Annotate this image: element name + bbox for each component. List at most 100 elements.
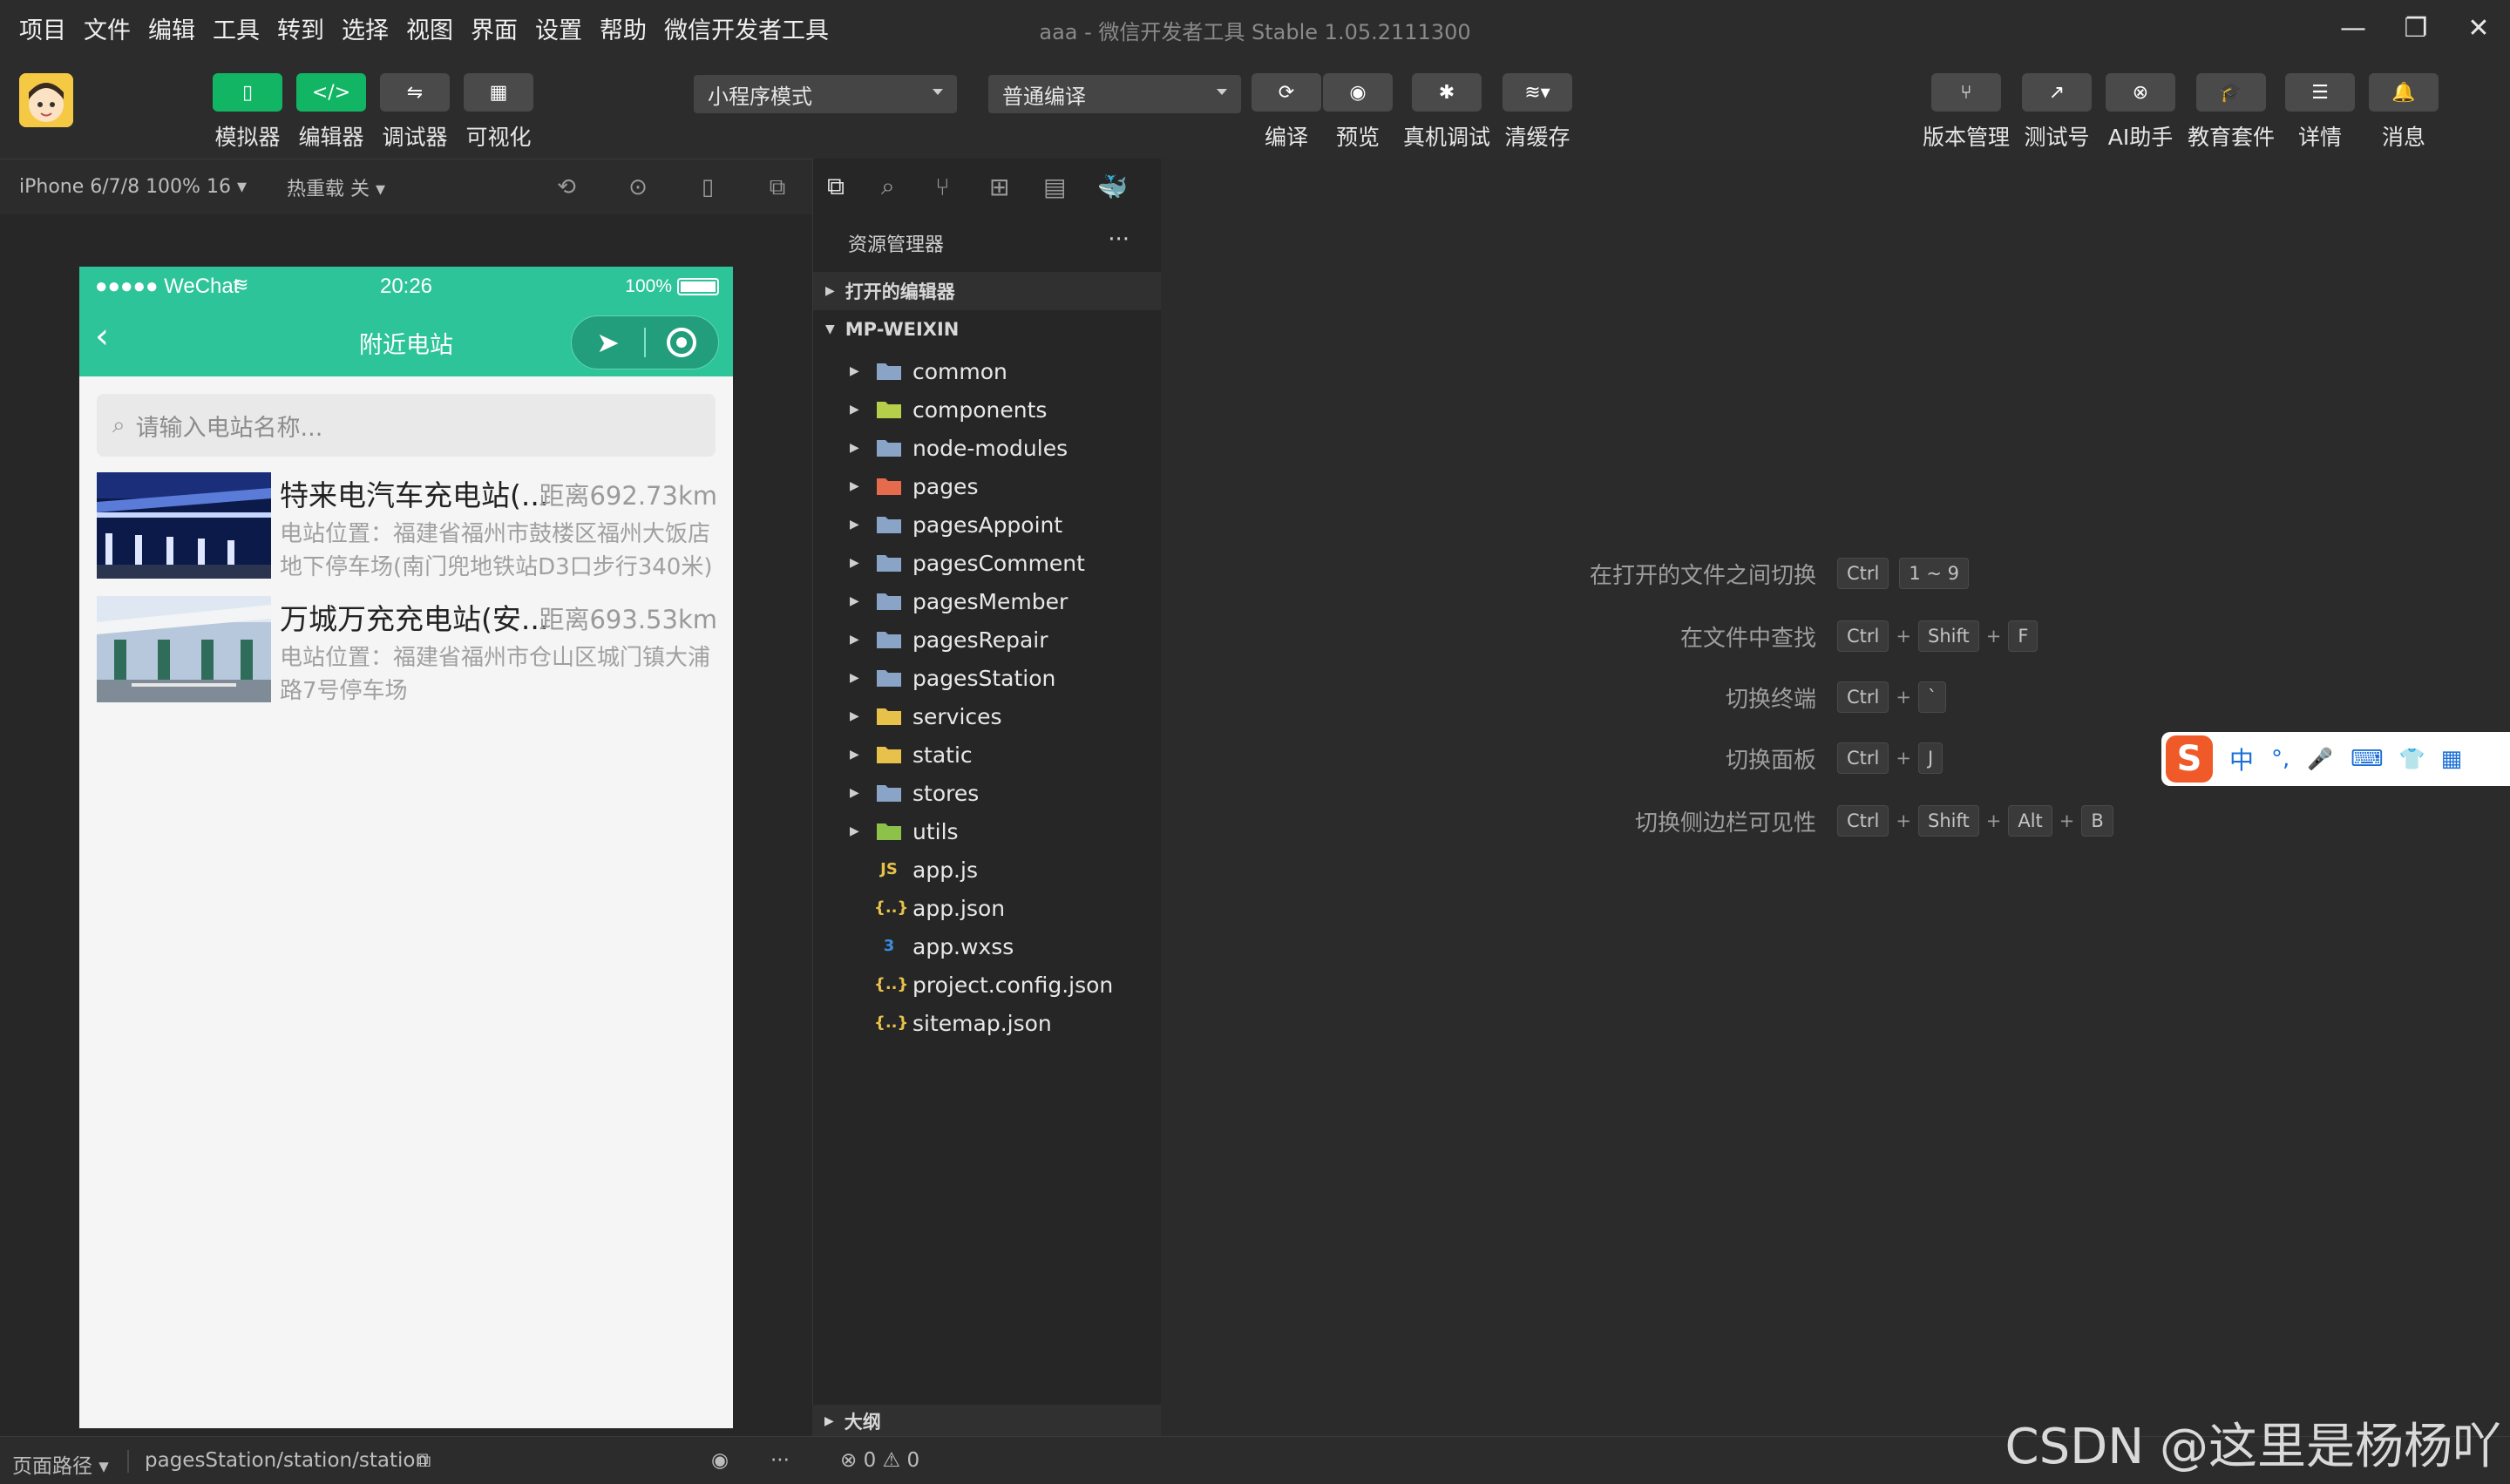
layout-icon: ▦ <box>464 73 533 112</box>
extensions-icon[interactable]: ⊞ <box>989 173 1043 201</box>
ime-punctuation-icon[interactable]: °, <box>2271 746 2290 772</box>
folder-item[interactable]: ▶ pagesComment <box>813 544 1161 582</box>
menu-item[interactable]: 工具 <box>213 11 260 45</box>
folder-item[interactable]: ▶ pages <box>813 467 1161 505</box>
file-name: project.config.json <box>912 972 1114 998</box>
popout-icon[interactable]: ⧉ <box>763 173 791 201</box>
copy-icon[interactable]: ⧉ <box>417 1449 431 1472</box>
chevron-right-icon: ▶ <box>825 284 835 298</box>
storage-icon[interactable]: ▤ <box>1043 173 1097 201</box>
file-item[interactable]: JS app.js <box>813 850 1161 889</box>
station-search-input[interactable]: ⌕ 请输入电站名称... <box>97 394 716 457</box>
close-icon[interactable]: ✕ <box>2447 0 2510 56</box>
phone-screen: ●●●●● WeChat ≋ 20:26 100% ‹ 附近电站 ➤ ⌕ 请输入… <box>79 267 733 1428</box>
file-item[interactable]: {..} project.config.json <box>813 966 1161 1004</box>
file-type-icon: {..} <box>874 1013 909 1032</box>
menu-item[interactable]: 设置 <box>535 11 582 45</box>
mode-select[interactable]: 小程序模式 <box>694 75 957 113</box>
folder-item[interactable]: ▶ common <box>813 352 1161 390</box>
menu-item[interactable]: 界面 <box>471 11 518 45</box>
folder-item[interactable]: ▶ node-modules <box>813 429 1161 467</box>
microphone-icon[interactable]: 🎤 <box>2307 747 2333 771</box>
ime-toolbar[interactable]: S 中 °, 🎤 ⌨ 👕 ▦ <box>2161 732 2510 786</box>
folder-item[interactable]: ▶ components <box>813 390 1161 429</box>
menu-item[interactable]: 选择 <box>342 11 389 45</box>
station-list-item[interactable]: 特来电汽车充电站(... 距离692.73km 电站位置：福建省福州市鼓楼区福州… <box>97 472 717 587</box>
search-icon[interactable]: ⌕ <box>881 172 935 201</box>
skin-icon[interactable]: 👕 <box>2399 747 2425 771</box>
files-icon[interactable]: ⧉ <box>827 172 881 201</box>
more-icon[interactable]: ··· <box>1108 227 1130 253</box>
key-cap: Ctrl <box>1837 620 1889 652</box>
menu-item[interactable]: 微信开发者工具 <box>664 11 829 45</box>
simulator-button[interactable]: ▯ 模拟器 <box>213 73 282 152</box>
menu-item[interactable]: 编辑 <box>148 11 195 45</box>
menu-item[interactable]: 转到 <box>277 11 324 45</box>
apps-grid-icon[interactable]: ▦ <box>2441 746 2463 772</box>
folder-icon <box>877 478 901 495</box>
file-item[interactable]: {..} app.json <box>813 889 1161 927</box>
stop-icon[interactable]: ⊙ <box>624 173 652 201</box>
debugger-button[interactable]: ⇋ 调试器 <box>380 73 450 152</box>
compile-button[interactable]: ⟳ 编译 <box>1252 73 1321 152</box>
details-button[interactable]: ☰ 详情 <box>2285 73 2355 152</box>
menu-item[interactable]: 帮助 <box>600 11 647 45</box>
problems-counter[interactable]: ⊗ 0 ⚠ 0 <box>840 1449 919 1472</box>
remote-debug-button[interactable]: ✱ 真机调试 <box>1403 73 1490 152</box>
reload-icon[interactable]: ⟲ <box>553 173 580 201</box>
debugger-label: 调试器 <box>382 125 448 150</box>
more-icon[interactable]: ··· <box>770 1449 790 1472</box>
ime-chinese-toggle[interactable]: 中 <box>2229 742 2254 776</box>
eye-icon[interactable]: ◉ <box>711 1449 729 1472</box>
docker-icon[interactable]: 🐳 <box>1097 173 1151 201</box>
messages-button[interactable]: 🔔 消息 <box>2369 73 2439 152</box>
project-section[interactable]: ▼ MP-WEIXIN <box>813 310 1161 349</box>
version-button[interactable]: ⑂ 版本管理 <box>1923 73 2010 152</box>
key-cap: Ctrl <box>1837 558 1889 589</box>
key-cap: Shift <box>1917 620 1979 652</box>
folder-item[interactable]: ▶ utils <box>813 812 1161 850</box>
editor-button[interactable]: </> 编辑器 <box>296 73 366 152</box>
open-editors-section[interactable]: ▶ 打开的编辑器 <box>813 272 1161 310</box>
folder-item[interactable]: ▶ pagesRepair <box>813 620 1161 659</box>
folder-item[interactable]: ▶ services <box>813 697 1161 735</box>
education-button[interactable]: 🎓 教育套件 <box>2188 73 2275 152</box>
folder-item[interactable]: ▶ static <box>813 735 1161 774</box>
folder-item[interactable]: ▶ pagesMember <box>813 582 1161 620</box>
visual-button[interactable]: ▦ 可视化 <box>464 73 533 152</box>
station-list-item[interactable]: 万城万充充电站(安... 距离693.53km 电站位置：福建省福州市仓山区城门… <box>97 596 717 711</box>
location-arrow-icon[interactable]: ➤ <box>572 326 644 359</box>
folder-item[interactable]: ▶ pagesStation <box>813 659 1161 697</box>
file-item[interactable]: {..} sitemap.json <box>813 1004 1161 1042</box>
shortcut-description: 切换侧边栏可见性 <box>1634 810 1816 837</box>
folder-item[interactable]: ▶ stores <box>813 774 1161 812</box>
compile-select[interactable]: 普通编译 <box>988 75 1241 113</box>
hot-reload-select[interactable]: 热重载 关 ▾ <box>287 173 385 201</box>
device-select[interactable]: iPhone 6/7/8 100% 16 ▾ <box>19 176 247 198</box>
phone-rotate-icon[interactable]: ▯ <box>694 173 722 201</box>
ai-assistant-button[interactable]: ⊗ AI助手 <box>2106 73 2175 152</box>
outline-section[interactable]: ▶ 大纲 <box>812 1405 1161 1438</box>
folder-item[interactable]: ▶ pagesAppoint <box>813 505 1161 544</box>
page-path-value: pagesStation/station/station <box>145 1449 428 1472</box>
folder-name: common <box>912 358 1007 384</box>
menu-item[interactable]: 文件 <box>84 11 131 45</box>
shortcut-hint: 切换终端 Ctrl + ` <box>1161 680 2510 715</box>
preview-button[interactable]: ◉ 预览 <box>1323 73 1393 152</box>
test-account-button[interactable]: ↗ 测试号 <box>2022 73 2092 152</box>
version-label: 版本管理 <box>1923 125 2011 150</box>
ai-icon: ⊗ <box>2106 73 2175 112</box>
source-control-icon[interactable]: ⑂ <box>935 173 989 201</box>
plus-sign: + <box>1896 748 1911 769</box>
menu-item[interactable]: 视图 <box>406 11 453 45</box>
keyboard-icon[interactable]: ⌨ <box>2351 746 2384 772</box>
clear-cache-button[interactable]: ≋▾ 清缓存 <box>1503 73 1572 152</box>
capsule-close-icon[interactable] <box>646 328 718 357</box>
menu-item[interactable]: 项目 <box>19 11 66 45</box>
page-path-select[interactable]: 页面路径 ▾ <box>12 1449 109 1479</box>
capsule-menu[interactable]: ➤ <box>571 315 719 369</box>
restore-icon[interactable]: ❐ <box>2384 0 2447 56</box>
avatar[interactable] <box>19 73 73 127</box>
file-item[interactable]: 3 app.wxss <box>813 927 1161 966</box>
minimize-icon[interactable]: — <box>2322 0 2384 56</box>
